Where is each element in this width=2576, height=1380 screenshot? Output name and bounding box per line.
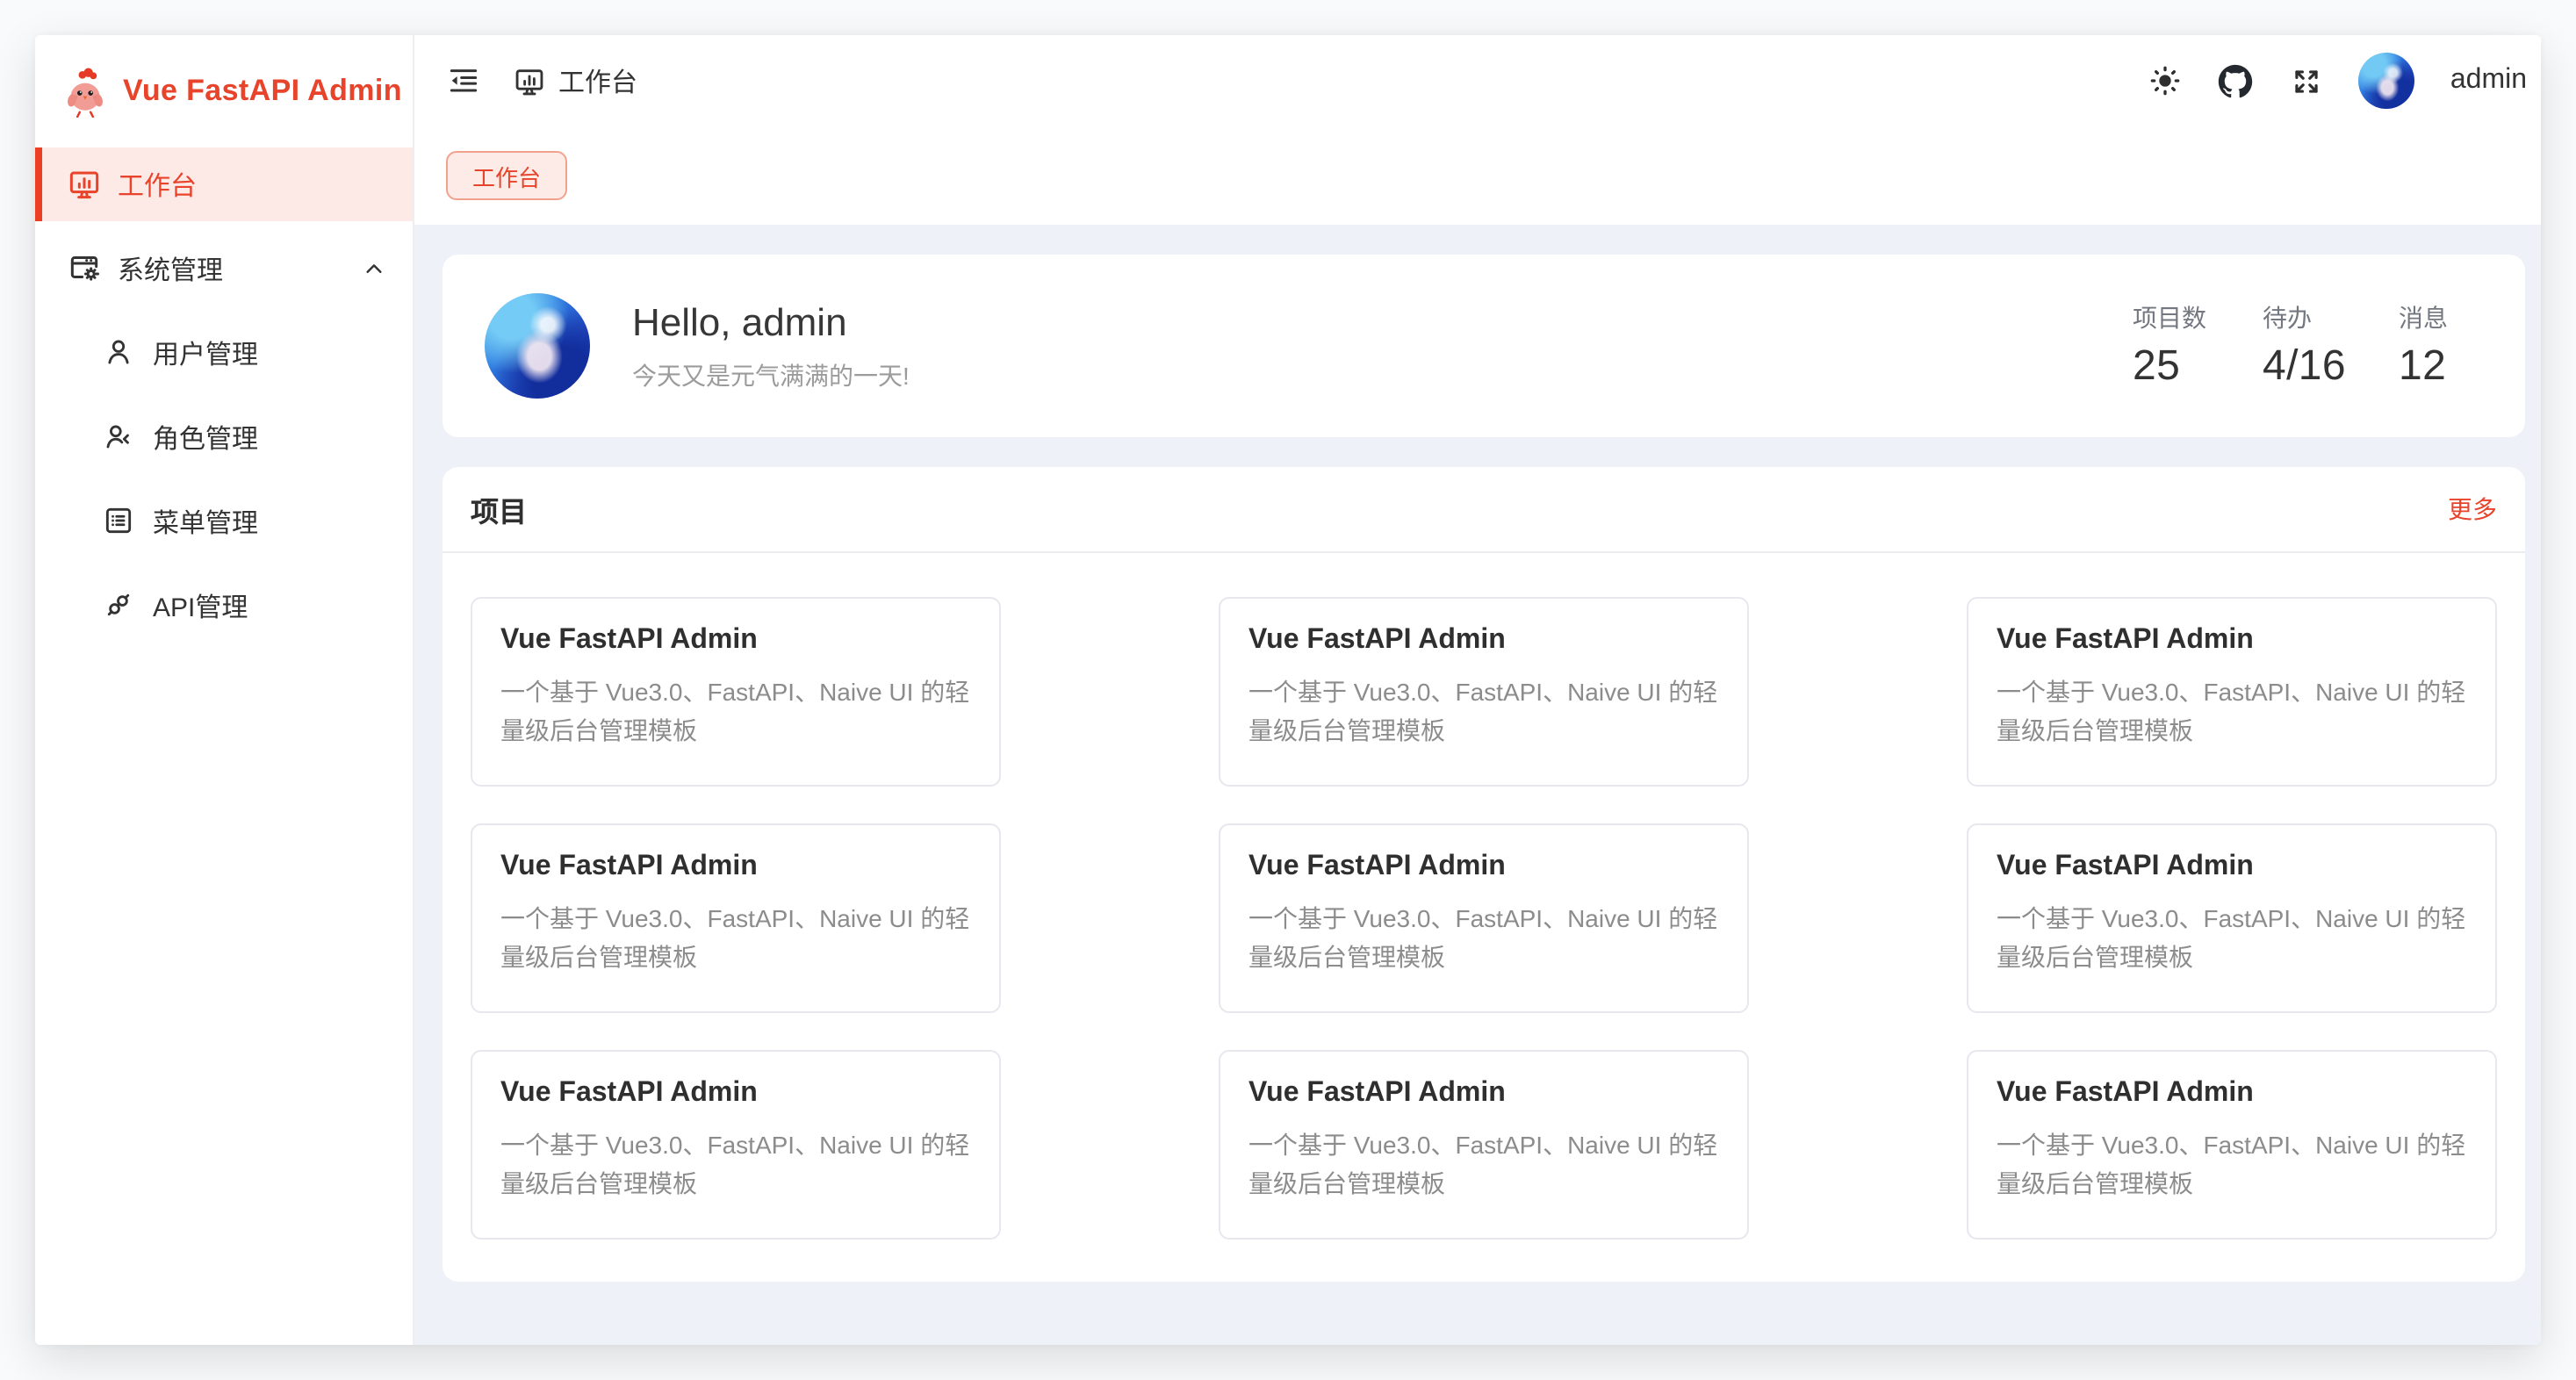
sidebar-item-label: 工作台 — [118, 166, 197, 203]
sidebar-item-roles[interactable]: 角色管理 — [35, 400, 413, 474]
stat-value: 25 — [2133, 342, 2210, 392]
sidebar-menu: 工作台 系统管理 — [35, 147, 413, 643]
greeting-text: Hello, admin — [632, 299, 910, 345]
project-card-description: 一个基于 Vue3.0、FastAPI、Naive UI 的轻量级后台管理模板 — [1248, 899, 1719, 976]
system-settings-icon — [67, 251, 102, 286]
stat-todos: 待办 4/16 — [2263, 300, 2346, 392]
sidebar-item-api[interactable]: API管理 — [35, 569, 413, 643]
project-card-title: Vue FastAPI Admin — [500, 852, 971, 883]
content-area: Hello, admin 今天又是元气满满的一天! 项目数 25 待办 4/16 — [414, 225, 2541, 1345]
menu-list-icon — [102, 504, 137, 539]
sidebar-item-label: 菜单管理 — [153, 503, 258, 540]
stat-messages: 消息 12 — [2399, 300, 2476, 392]
project-card-description: 一个基于 Vue3.0、FastAPI、Naive UI 的轻量级后台管理模板 — [1997, 1125, 2467, 1203]
user-icon — [102, 335, 137, 370]
sidebar: Vue FastAPI Admin 工作台 — [35, 35, 414, 1345]
greeting-subtitle: 今天又是元气满满的一天! — [632, 357, 910, 392]
username-label[interactable]: admin — [2450, 65, 2527, 97]
welcome-texts: Hello, admin 今天又是元气满满的一天! — [632, 299, 910, 392]
app-logo[interactable]: Vue FastAPI Admin — [35, 35, 413, 147]
sidebar-item-label: 用户管理 — [153, 334, 258, 371]
main-area: 工作台 — [414, 35, 2541, 1345]
workbench-monitor-icon — [67, 167, 102, 202]
breadcrumb-label: 工作台 — [558, 62, 637, 99]
sidebar-item-menus[interactable]: 菜单管理 — [35, 485, 413, 558]
project-card-title: Vue FastAPI Admin — [1997, 852, 2467, 883]
project-card-description: 一个基于 Vue3.0、FastAPI、Naive UI 的轻量级后台管理模板 — [500, 672, 971, 750]
fullscreen-icon[interactable] — [2289, 63, 2324, 98]
sidebar-item-label: 系统管理 — [118, 250, 223, 287]
workbench-monitor-icon — [513, 64, 546, 97]
sidebar-item-label: 角色管理 — [153, 419, 258, 456]
app-window: Vue FastAPI Admin 工作台 — [35, 35, 2541, 1345]
stats-group: 项目数 25 待办 4/16 消息 12 — [2133, 300, 2476, 392]
project-card-description: 一个基于 Vue3.0、FastAPI、Naive UI 的轻量级后台管理模板 — [1248, 672, 1719, 750]
project-card-description: 一个基于 Vue3.0、FastAPI、Naive UI 的轻量级后台管理模板 — [1997, 672, 2467, 750]
stat-projects: 项目数 25 — [2133, 300, 2210, 392]
project-card[interactable]: Vue FastAPI Admin 一个基于 Vue3.0、FastAPI、Na… — [1219, 823, 1749, 1013]
header-actions: admin — [2148, 53, 2527, 109]
sidebar-item-label: API管理 — [153, 587, 248, 624]
chevron-up-icon — [360, 255, 388, 283]
project-card[interactable]: Vue FastAPI Admin 一个基于 Vue3.0、FastAPI、Na… — [471, 597, 1001, 787]
project-card-description: 一个基于 Vue3.0、FastAPI、Naive UI 的轻量级后台管理模板 — [500, 899, 971, 976]
project-card-title: Vue FastAPI Admin — [500, 625, 971, 657]
app-root: Vue FastAPI Admin 工作台 — [0, 0, 2576, 1380]
menu-fold-icon[interactable] — [446, 63, 481, 98]
tagbar: 工作台 — [414, 126, 2541, 225]
project-card[interactable]: Vue FastAPI Admin 一个基于 Vue3.0、FastAPI、Na… — [1967, 1050, 2497, 1240]
projects-section: 项目 更多 Vue FastAPI Admin 一个基于 Vue3.0、Fast… — [443, 467, 2525, 1282]
stat-label: 项目数 — [2133, 300, 2210, 335]
project-card[interactable]: Vue FastAPI Admin 一个基于 Vue3.0、FastAPI、Na… — [471, 823, 1001, 1013]
role-user-chevron-icon — [102, 420, 137, 455]
sidebar-item-system[interactable]: 系统管理 — [35, 232, 413, 305]
stat-label: 待办 — [2263, 300, 2346, 335]
project-card-title: Vue FastAPI Admin — [500, 1078, 971, 1110]
top-header: 工作台 — [414, 35, 2541, 126]
user-avatar[interactable] — [2359, 53, 2415, 109]
project-card-title: Vue FastAPI Admin — [1997, 625, 2467, 657]
project-card-description: 一个基于 Vue3.0、FastAPI、Naive UI 的轻量级后台管理模板 — [500, 1125, 971, 1203]
project-card[interactable]: Vue FastAPI Admin 一个基于 Vue3.0、FastAPI、Na… — [1219, 597, 1749, 787]
app-logo-text: Vue FastAPI Admin — [123, 74, 402, 109]
sidebar-item-users[interactable]: 用户管理 — [35, 316, 413, 390]
project-card-title: Vue FastAPI Admin — [1248, 852, 1719, 883]
more-link[interactable]: 更多 — [2448, 492, 2497, 527]
project-card-title: Vue FastAPI Admin — [1248, 1078, 1719, 1110]
project-grid: Vue FastAPI Admin 一个基于 Vue3.0、FastAPI、Na… — [443, 553, 2525, 1282]
welcome-card: Hello, admin 今天又是元气满满的一天! 项目数 25 待办 4/16 — [443, 255, 2525, 437]
github-icon[interactable] — [2219, 63, 2254, 98]
project-card[interactable]: Vue FastAPI Admin 一个基于 Vue3.0、FastAPI、Na… — [1967, 597, 2497, 787]
projects-header: 项目 更多 — [443, 467, 2525, 553]
stat-label: 消息 — [2399, 300, 2476, 335]
breadcrumb[interactable]: 工作台 — [513, 62, 637, 99]
project-card-title: Vue FastAPI Admin — [1997, 1078, 2467, 1110]
route-tag-workbench[interactable]: 工作台 — [446, 151, 567, 200]
api-plug-icon — [102, 588, 137, 623]
project-card[interactable]: Vue FastAPI Admin 一个基于 Vue3.0、FastAPI、Na… — [1967, 823, 2497, 1013]
sidebar-item-workbench[interactable]: 工作台 — [35, 147, 413, 221]
project-card-description: 一个基于 Vue3.0、FastAPI、Naive UI 的轻量级后台管理模板 — [1248, 1125, 1719, 1203]
project-card-description: 一个基于 Vue3.0、FastAPI、Naive UI 的轻量级后台管理模板 — [1997, 899, 2467, 976]
stat-value: 4/16 — [2263, 342, 2346, 392]
project-card[interactable]: Vue FastAPI Admin 一个基于 Vue3.0、FastAPI、Na… — [471, 1050, 1001, 1240]
project-card[interactable]: Vue FastAPI Admin 一个基于 Vue3.0、FastAPI、Na… — [1219, 1050, 1749, 1240]
welcome-avatar — [485, 293, 590, 399]
project-card-title: Vue FastAPI Admin — [1248, 625, 1719, 657]
stat-value: 12 — [2399, 342, 2476, 392]
projects-title: 项目 — [471, 488, 527, 530]
chicken-logo-icon — [61, 66, 109, 117]
theme-sun-icon[interactable] — [2148, 63, 2184, 98]
